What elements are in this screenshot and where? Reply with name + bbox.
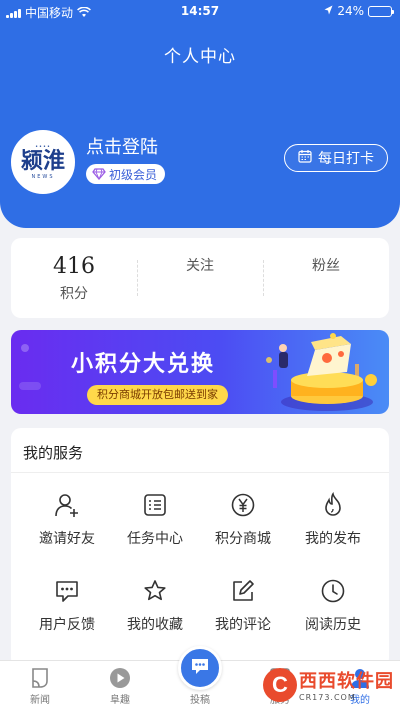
battery-percentage: 24% <box>337 4 364 18</box>
points-exchange-banner[interactable]: 小积分大兑换 积分商城开放包邮送到家 <box>11 330 389 414</box>
feedback-icon <box>54 578 80 604</box>
daily-checkin-button[interactable]: 每日打卡 <box>284 144 388 172</box>
watermark-name: 西西软件园 <box>299 671 394 692</box>
service-label: 我的评论 <box>215 617 271 633</box>
service-invite-friends[interactable]: 邀请好友 <box>21 492 113 548</box>
location-arrow-icon <box>324 4 333 18</box>
task-center-icon <box>142 492 168 518</box>
play-icon <box>109 667 131 691</box>
calendar-icon <box>298 149 312 167</box>
service-my-favorites[interactable]: 我的收藏 <box>109 578 201 634</box>
avatar-logo-text: 颍淮 <box>20 149 65 174</box>
points-label: 积分 <box>60 285 88 302</box>
service-label: 任务中心 <box>127 531 183 547</box>
header-background <box>0 0 400 228</box>
daily-checkin-label: 每日打卡 <box>318 151 374 167</box>
service-label: 我的发布 <box>305 531 361 547</box>
star-icon <box>142 578 168 604</box>
service-label: 积分商城 <box>215 531 271 547</box>
page-title: 个人中心 <box>164 47 236 67</box>
service-label: 我的收藏 <box>127 617 183 633</box>
invite-friend-icon <box>54 492 80 518</box>
tab-news[interactable]: 新闻 <box>0 661 80 710</box>
clock-icon <box>320 578 346 604</box>
diamond-icon <box>92 168 106 180</box>
fans-label: 粉丝 <box>312 258 340 274</box>
tab-label: 投稿 <box>190 695 210 706</box>
avatar[interactable]: •••• 颍淮 NEWS <box>11 130 75 194</box>
fans-stat[interactable]: 粉丝 <box>263 238 389 318</box>
service-label: 用户反馈 <box>39 617 95 633</box>
battery-icon <box>368 5 394 17</box>
points-stat[interactable]: 416 积分 <box>11 238 137 318</box>
edit-icon <box>230 578 256 604</box>
chat-icon <box>190 657 210 679</box>
service-points-mall[interactable]: 积分商城 <box>197 492 289 548</box>
login-link[interactable]: 点击登陆 <box>86 133 158 159</box>
member-level-badge: 初级会员 <box>86 164 166 184</box>
submit-fab-button[interactable] <box>178 646 222 690</box>
follow-label: 关注 <box>186 258 214 274</box>
services-card: 我的服务 邀请好友 任务中心 积分商城 我的发布 用户反馈 我的收藏 我的评论 … <box>11 428 389 668</box>
services-title: 我的服务 <box>23 444 84 462</box>
flame-icon <box>320 492 346 518</box>
member-level-label: 初级会员 <box>109 167 158 182</box>
services-divider <box>11 472 389 473</box>
follow-stat[interactable]: 关注 <box>137 238 263 318</box>
service-my-comments[interactable]: 我的评论 <box>197 578 289 634</box>
points-value: 416 <box>53 253 95 279</box>
service-user-feedback[interactable]: 用户反馈 <box>21 578 113 634</box>
service-my-posts[interactable]: 我的发布 <box>287 492 379 548</box>
watermark-logo: C <box>263 667 297 702</box>
watermark-url: CR173.COM <box>299 693 356 702</box>
watermark: C 西西软件园 CR173.COM <box>263 667 394 702</box>
tab-label: 阜趣 <box>110 695 130 706</box>
news-icon <box>29 667 51 691</box>
banner-subtitle: 积分商城开放包邮送到家 <box>87 385 228 405</box>
avatar-logo-subtext: NEWS <box>31 174 55 180</box>
service-label: 邀请好友 <box>39 531 95 547</box>
status-bar: 中国移动 14:57 24% <box>0 0 400 22</box>
service-reading-history[interactable]: 阅读历史 <box>287 578 379 634</box>
service-label: 阅读历史 <box>305 617 361 633</box>
tab-fun[interactable]: 阜趣 <box>80 661 160 710</box>
tab-label: 新闻 <box>30 695 50 706</box>
yen-icon <box>230 492 256 518</box>
stats-card: 416 积分 关注 粉丝 <box>11 238 389 318</box>
service-task-center[interactable]: 任务中心 <box>109 492 201 548</box>
banner-title: 小积分大兑换 <box>71 352 216 377</box>
